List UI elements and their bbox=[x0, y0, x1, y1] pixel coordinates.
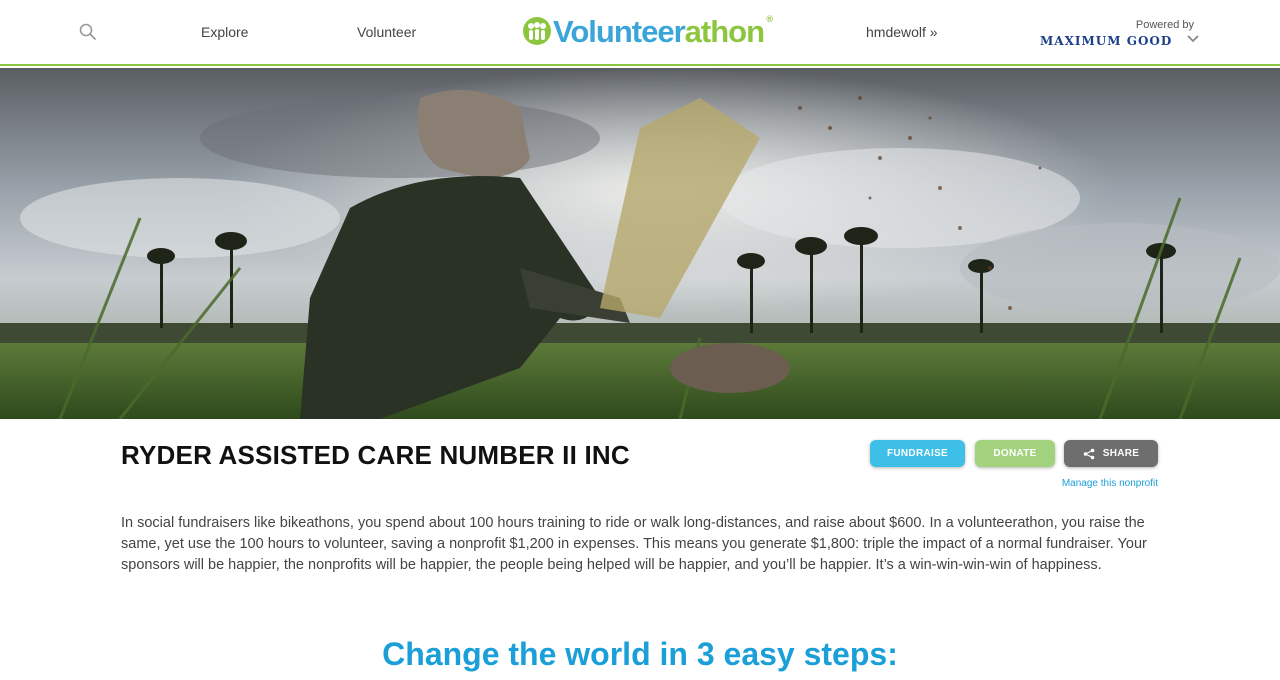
powered-by-label: Powered by bbox=[1135, 19, 1194, 31]
fundraise-button[interactable]: FUNDRAISE bbox=[870, 440, 965, 467]
user-menu-link[interactable]: hmdewolf » bbox=[866, 24, 938, 40]
powered-by: Powered by MAXIMUM GOOD bbox=[1040, 18, 1200, 54]
donate-button[interactable]: DONATE bbox=[975, 440, 1055, 467]
maximum-good-logo: MAXIMUM GOOD bbox=[1040, 34, 1173, 48]
logo-text: Volunteerathon ® bbox=[553, 13, 773, 49]
manage-nonprofit-link[interactable]: Manage this nonprofit bbox=[1062, 478, 1158, 489]
org-title: RYDER ASSISTED CARE NUMBER II INC bbox=[121, 440, 630, 470]
site-header: Explore Volunteer Volunteerathon ® hmdewo… bbox=[0, 0, 1280, 66]
share-icon bbox=[1083, 448, 1095, 459]
people-icon bbox=[523, 17, 551, 45]
description-text: In social fundraisers like bikeathons, y… bbox=[121, 515, 1147, 573]
volunteerathon-logo[interactable]: Volunteerathon ® bbox=[522, 10, 773, 52]
nav-volunteer[interactable]: Volunteer bbox=[357, 24, 416, 40]
nav-explore[interactable]: Explore bbox=[201, 24, 248, 40]
chevron-down-icon[interactable] bbox=[1186, 32, 1200, 46]
search-icon[interactable] bbox=[78, 22, 98, 42]
hero-photo bbox=[0, 68, 1280, 419]
steps-heading: Change the world in 3 easy steps: bbox=[382, 636, 898, 672]
share-button[interactable]: SHARE bbox=[1064, 440, 1158, 467]
share-label: SHARE bbox=[1102, 448, 1140, 459]
